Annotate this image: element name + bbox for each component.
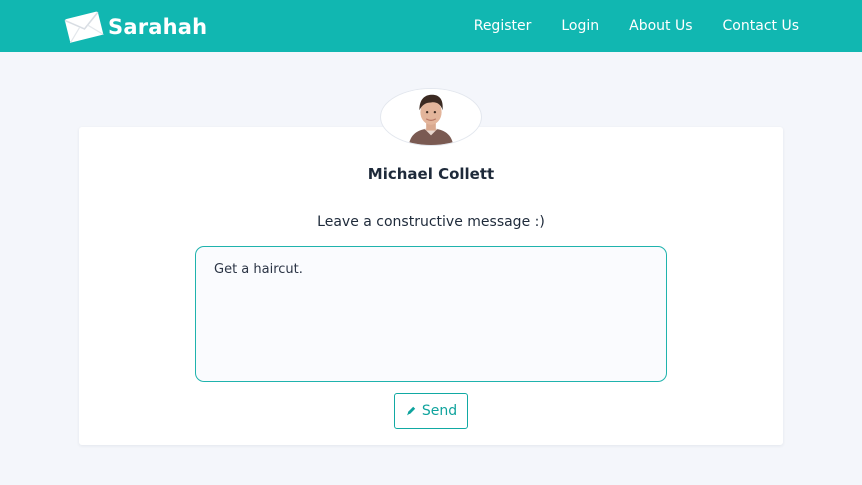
user-avatar-icon (381, 89, 481, 145)
nav-register-link[interactable]: Register (474, 18, 532, 34)
send-button[interactable]: Send (394, 393, 468, 429)
nav-about-us-link[interactable]: About Us (629, 18, 692, 34)
nav-contact-us-link[interactable]: Contact Us (723, 18, 799, 34)
pencil-icon (407, 406, 416, 416)
send-button-label: Send (421, 403, 458, 419)
nav-links: Register Login About Us Contact Us (474, 0, 799, 52)
message-card: Michael Collett Leave a constructive mes… (79, 127, 783, 445)
brand-name: Sarahah (108, 15, 208, 39)
envelope-icon (64, 11, 104, 44)
nav-login-link[interactable]: Login (561, 18, 599, 34)
message-prompt: Leave a constructive message :) (317, 214, 545, 230)
brand-logo-link[interactable]: Sarahah (62, 9, 207, 45)
message-textarea[interactable]: Get a haircut. (195, 246, 667, 382)
profile-avatar (380, 88, 482, 146)
profile-name: Michael Collett (367, 165, 495, 183)
top-navbar: Sarahah Register Login About Us Contact … (0, 0, 862, 52)
